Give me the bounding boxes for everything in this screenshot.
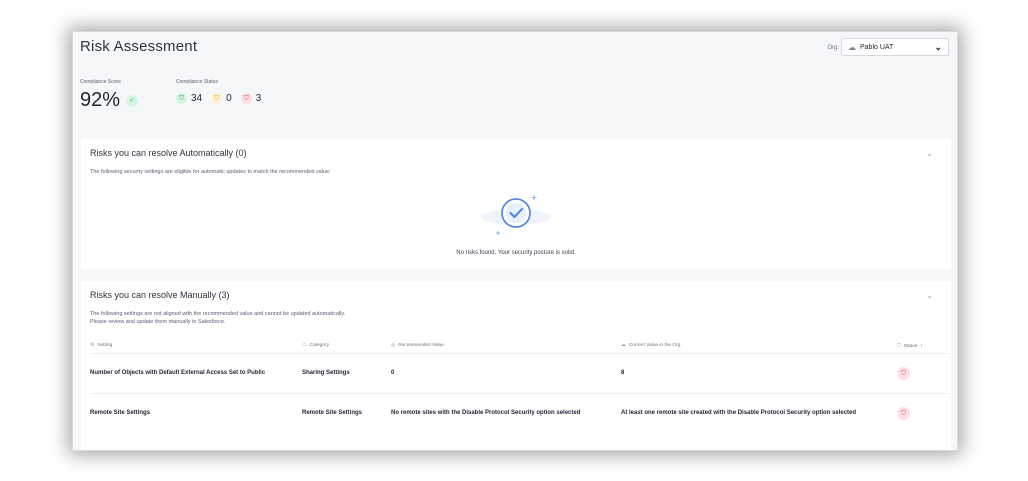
column-header-recommended[interactable]: ◎ Recommended Value <box>391 339 621 353</box>
shield-failed-icon: ⛉ <box>897 406 910 420</box>
manual-risks-description-line2: Please review and update them manually i… <box>90 319 226 325</box>
empty-state-check-icon <box>482 195 550 235</box>
failed-count: 3 <box>255 93 262 104</box>
row-setting: Remote Site Settings <box>90 392 302 433</box>
passed-count: 34 <box>191 93 203 104</box>
org-selector-dropdown[interactable]: ☁ Pablo UAT ⌄ <box>841 38 949 56</box>
compliance-status-label: Compliance Status <box>176 79 218 85</box>
compliance-score: 92% ✓ <box>80 89 139 112</box>
row-recommended: No remote sites with the Disable Protoco… <box>391 392 621 433</box>
cloud-icon: ☁ <box>621 343 626 349</box>
shield-warning-icon: ⛉ <box>211 93 223 104</box>
shield-passed-icon: ⛉ <box>176 93 187 104</box>
chevron-down-icon[interactable]: ⌄ <box>934 42 942 53</box>
row-current: At least one remote site created with th… <box>621 392 897 433</box>
manual-risks-description-line1: The following settings are not aligned w… <box>90 311 346 317</box>
sort-asc-icon[interactable]: ↑ <box>920 344 922 349</box>
shield-failed-icon: ⛉ <box>897 366 910 380</box>
column-header-category[interactable]: ▭ Category <box>302 339 391 353</box>
row-current: 8 <box>621 352 897 393</box>
auto-risks-description: The following security settings are elig… <box>90 169 331 175</box>
row-status: ⛉ <box>897 392 950 433</box>
compliance-score-label: Compliance Score <box>80 79 121 85</box>
manual-risks-description: The following settings are not aligned w… <box>90 310 345 326</box>
row-status: ⛉ <box>897 352 950 393</box>
column-header-status[interactable]: ⛉ Status ↑ <box>897 339 950 353</box>
risk-assessment-window: Risk Assessment Org: ☁ Pablo UAT ⌄ Compl… <box>72 31 958 451</box>
folder-icon: ▭ <box>302 343 307 349</box>
table-row[interactable]: Number of Objects with Default External … <box>90 352 950 393</box>
column-header-current[interactable]: ☁ Current Value in the Org <box>621 339 897 353</box>
manual-risks-title: Risks you can resolve Manually (3) <box>90 290 230 300</box>
gear-icon: ⚙ <box>90 343 95 349</box>
table-row[interactable]: Remote Site Settings Remote Site Setting… <box>90 392 950 433</box>
manual-risks-panel: Risks you can resolve Manually (3) ⌄ The… <box>81 281 951 449</box>
org-selector-value: Pablo UAT <box>860 43 894 51</box>
check-icon: ✓ <box>126 94 139 107</box>
empty-state-message: No risks found. Your security posture is… <box>456 250 576 256</box>
manual-risks-table: ⚙ Setting ▭ Category ◎ Recommended Value ☁ C… <box>90 339 950 433</box>
shield-failed-icon: ⛉ <box>240 93 252 104</box>
row-recommended: 0 <box>391 352 621 393</box>
org-label: Org: <box>827 45 839 51</box>
auto-risks-title: Risks you can resolve Automatically (0) <box>90 148 247 158</box>
warning-count: 0 <box>226 93 232 104</box>
auto-risks-panel: Risks you can resolve Automatically (0) … <box>81 139 951 269</box>
chevron-down-icon[interactable]: ⌄ <box>926 149 933 158</box>
target-icon: ◎ <box>391 343 396 349</box>
chevron-down-icon[interactable]: ⌄ <box>926 291 933 300</box>
row-category: Sharing Settings <box>302 352 391 393</box>
shield-icon: ⛉ <box>897 343 901 349</box>
compliance-status-counts: ⛉ 34 ⛉ 0 ⛉ 3 <box>176 93 270 104</box>
row-category: Remote Site Settings <box>302 392 391 433</box>
row-setting: Number of Objects with Default External … <box>90 352 302 393</box>
page-title: Risk Assessment <box>80 38 198 55</box>
header-bar: Risk Assessment Org: ☁ Pablo UAT ⌄ <box>73 32 957 72</box>
column-header-setting[interactable]: ⚙ Setting <box>90 339 302 353</box>
compliance-score-value: 92% <box>80 89 121 111</box>
cloud-icon: ☁ <box>848 42 856 52</box>
table-header-row: ⚙ Setting ▭ Category ◎ Recommended Value ☁ C… <box>90 339 950 353</box>
